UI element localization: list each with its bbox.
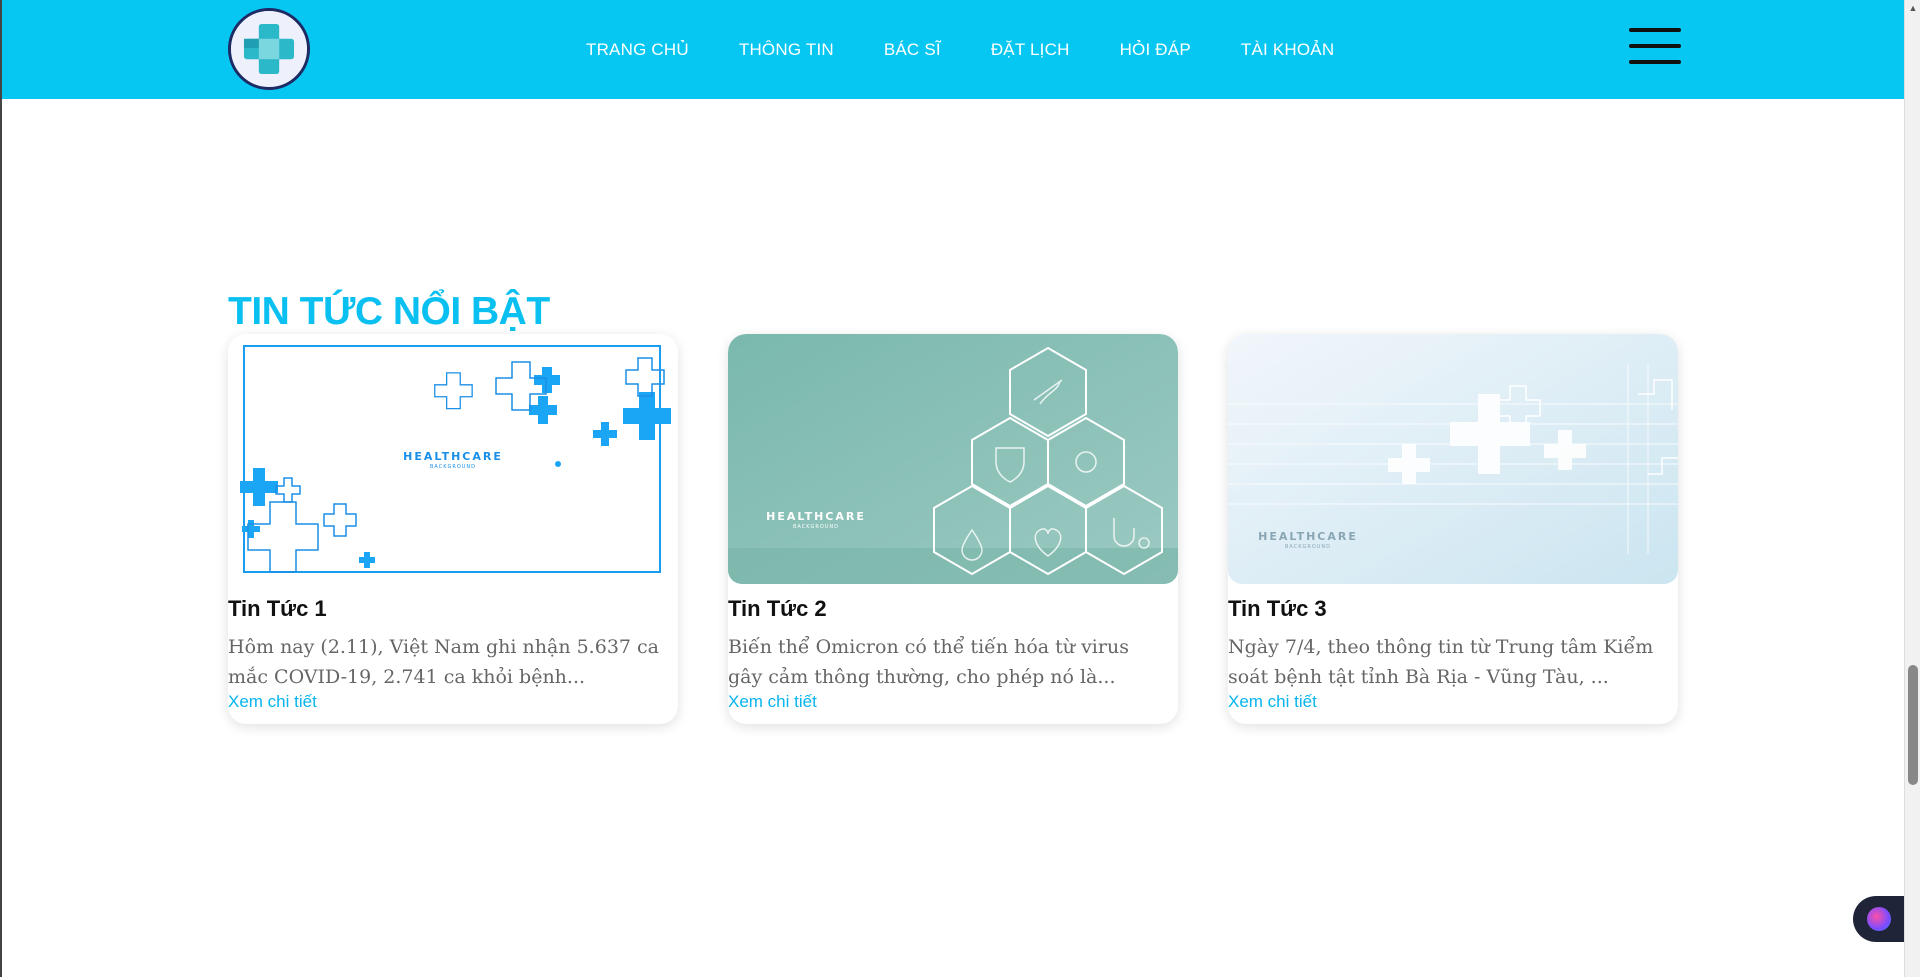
news-title[interactable]: Tin Tức 3 [1228, 596, 1678, 622]
main-nav: TRANG CHỦ THÔNG TIN BÁC SĨ ĐẶT LỊCH HỎI … [586, 0, 1384, 99]
svg-text:HEALTHCARE: HEALTHCARE [766, 510, 866, 523]
news-title[interactable]: Tin Tức 2 [728, 596, 1178, 622]
news-excerpt: Ngày 7/4, theo thông tin từ Trung tâm Ki… [1228, 636, 1654, 688]
scrollbar-thumb[interactable] [1908, 665, 1918, 785]
read-more-link[interactable]: Xem chi tiết [228, 692, 678, 712]
svg-text:HEALTHCARE: HEALTHCARE [403, 450, 503, 463]
svg-text:BACKGROUND: BACKGROUND [793, 524, 839, 530]
news-image-1[interactable]: HEALTHCARE BACKGROUND [228, 334, 678, 584]
news-image-2[interactable]: HEALTHCARE BACKGROUND [728, 334, 1178, 584]
page: TRANG CHỦ THÔNG TIN BÁC SĨ ĐẶT LỊCH HỎI … [0, 0, 1909, 977]
read-more-link[interactable]: Xem chi tiết [1228, 692, 1678, 712]
news-image-3[interactable]: HEALTHCARE BACKGROUND [1228, 334, 1678, 584]
news-card-3[interactable]: HEALTHCARE BACKGROUND Tin Tức 3 Ngày 7/4… [1228, 334, 1678, 724]
svg-text:BACKGROUND: BACKGROUND [1285, 544, 1331, 550]
news-title[interactable]: Tin Tức 1 [228, 596, 678, 622]
nav-item-home[interactable]: TRANG CHỦ [586, 40, 689, 60]
nav-item-info[interactable]: THÔNG TIN [739, 40, 834, 60]
news-excerpt: Hôm nay (2.11), Việt Nam ghi nhận 5.637 … [228, 636, 659, 688]
read-more-link[interactable]: Xem chi tiết [728, 692, 1178, 712]
svg-text:HEALTHCARE: HEALTHCARE [1258, 530, 1358, 543]
medical-cross-logo-icon[interactable] [228, 8, 310, 90]
scroll-up-arrow-icon[interactable]: ▲ [1905, 0, 1920, 16]
nav-item-faq[interactable]: HỎI ĐÁP [1120, 40, 1191, 60]
assistant-widget-dot [1867, 907, 1891, 931]
news-card-2[interactable]: HEALTHCARE BACKGROUND Tin Tức 2 Biến thể… [728, 334, 1178, 724]
nav-item-booking[interactable]: ĐẶT LỊCH [991, 40, 1070, 60]
nav-item-account[interactable]: TÀI KHOẢN [1241, 40, 1334, 60]
section-title: TIN TỨC NỔI BẬT [228, 290, 550, 333]
nav-item-doctors[interactable]: BÁC SĨ [884, 40, 941, 60]
page-scrollbar[interactable]: ▲ [1904, 0, 1920, 977]
site-header: TRANG CHỦ THÔNG TIN BÁC SĨ ĐẶT LỊCH HỎI … [2, 0, 1904, 99]
news-card-1[interactable]: HEALTHCARE BACKGROUND Tin Tức 1 Hôm nay … [228, 334, 678, 724]
news-excerpt: Biến thể Omicron có thể tiến hóa từ viru… [728, 636, 1129, 688]
assistant-widget-icon[interactable] [1853, 896, 1909, 942]
hamburger-menu-icon[interactable] [1629, 28, 1681, 68]
svg-text:BACKGROUND: BACKGROUND [430, 464, 476, 470]
